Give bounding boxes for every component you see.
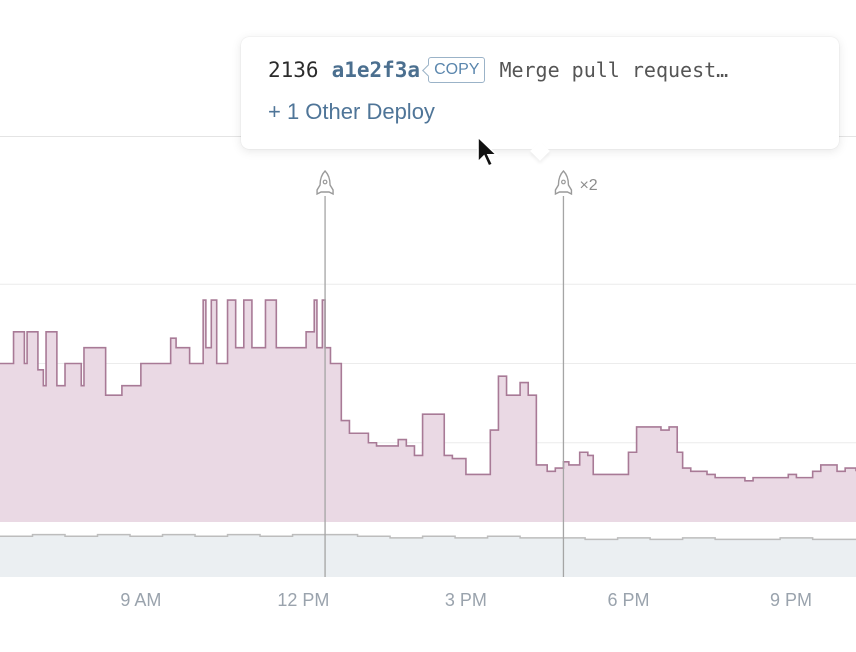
mouse-cursor-icon [477, 136, 499, 168]
other-deploys-link[interactable]: + 1 Other Deploy [268, 99, 435, 125]
copy-button[interactable]: COPY [428, 57, 486, 83]
series-0-area [0, 300, 856, 522]
x-axis: 9 AM 12 PM 3 PM 6 PM 9 PM [120, 590, 812, 610]
deploy-row[interactable]: 2136 a1e2f3a COPY Merge pull request… [268, 57, 728, 83]
x-tick-label: 12 PM [277, 590, 329, 610]
deploy-id: 2136 [268, 58, 319, 82]
deploy-count-label: ×2 [579, 177, 597, 194]
x-tick-label: 9 PM [770, 590, 812, 610]
series-layer [0, 299, 856, 577]
deploy-tooltip: 2136 a1e2f3a COPY Merge pull request… + … [241, 37, 839, 161]
series-2-area [0, 534, 856, 577]
commit-message: Merge pull request… [499, 58, 729, 82]
x-tick-label: 6 PM [607, 590, 649, 610]
x-tick-label: 3 PM [445, 590, 487, 610]
x-tick-label: 9 AM [120, 590, 161, 610]
commit-hash[interactable]: a1e2f3a [332, 58, 421, 82]
